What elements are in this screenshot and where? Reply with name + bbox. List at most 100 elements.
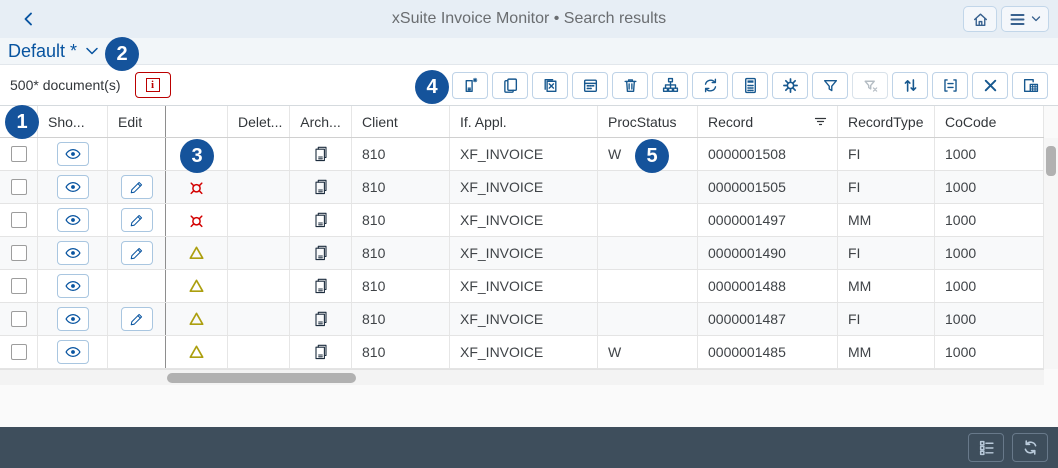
display-format-icon	[942, 77, 959, 94]
delete-button[interactable]	[612, 71, 648, 99]
show-button[interactable]	[56, 307, 89, 331]
edit-button[interactable]	[120, 175, 153, 199]
gear-icon	[782, 77, 799, 94]
cell-record: 0000001505	[698, 171, 838, 203]
column-header-record[interactable]: Record	[698, 106, 838, 137]
vertical-scrollbar[interactable]	[1044, 138, 1058, 369]
column-header-edit[interactable]: Edit	[108, 106, 166, 137]
eye-icon	[64, 246, 81, 260]
clear-filter-icon	[862, 77, 879, 94]
clear-filter-button[interactable]	[852, 71, 888, 99]
pencil-icon	[129, 213, 144, 228]
row-checkbox[interactable]	[10, 179, 27, 195]
table-body: 810 XF_INVOICE W 0000001508 FI 1000 810 …	[0, 138, 1058, 369]
cell-co-code: 1000	[935, 303, 1044, 335]
table-row[interactable]: 810 XF_INVOICE W 0000001485 MM 1000	[0, 336, 1044, 369]
refresh-icon	[702, 77, 719, 94]
column-header-record-type[interactable]: RecordType	[838, 106, 935, 137]
table-row[interactable]: 810 XF_INVOICE 0000001497 MM 1000	[0, 204, 1044, 237]
column-header-show[interactable]: Sho...	[38, 106, 108, 137]
column-header-archive[interactable]: Arch...	[290, 106, 352, 137]
row-checkbox[interactable]	[10, 212, 27, 228]
copy-icon	[502, 77, 519, 94]
row-checkbox[interactable]	[10, 146, 27, 162]
archived-document-icon	[313, 344, 329, 360]
callout-2: 2	[105, 37, 139, 71]
shell-menu-button[interactable]	[1001, 6, 1049, 32]
row-checkbox[interactable]	[10, 344, 27, 360]
edit-button[interactable]	[120, 208, 153, 232]
column-header-client[interactable]: Client	[352, 106, 450, 137]
horizontal-scrollbar-thumb[interactable]	[167, 373, 356, 383]
column-header-status[interactable]	[166, 106, 228, 137]
eye-icon	[64, 180, 81, 194]
column-header-proc-status[interactable]: ProcStatus	[598, 106, 698, 137]
display-format-button[interactable]	[932, 71, 968, 99]
home-button[interactable]	[963, 6, 997, 32]
vertical-scrollbar-thumb[interactable]	[1046, 146, 1056, 176]
cell-record: 0000001497	[698, 204, 838, 236]
cell-record: 0000001485	[698, 336, 838, 368]
show-button[interactable]	[56, 175, 89, 199]
edit-button[interactable]	[120, 307, 153, 331]
settings-button[interactable]	[772, 71, 808, 99]
table-row[interactable]: 810 XF_INVOICE 0000001488 MM 1000	[0, 270, 1044, 303]
cell-record-type: MM	[838, 270, 935, 302]
cell-record-type: FI	[838, 171, 935, 203]
column-header-co-code[interactable]: CoCode	[935, 106, 1044, 137]
refresh-button[interactable]	[692, 71, 728, 99]
show-button[interactable]	[56, 274, 89, 298]
variant-selector[interactable]: Default *	[8, 41, 99, 62]
close-button[interactable]	[972, 71, 1008, 99]
copy-button[interactable]	[492, 71, 528, 99]
close-icon	[982, 77, 999, 94]
cell-client: 810	[352, 336, 450, 368]
row-checkbox[interactable]	[10, 245, 27, 261]
row-checkbox[interactable]	[10, 278, 27, 294]
export-spreadsheet-button[interactable]	[1012, 71, 1048, 99]
show-button[interactable]	[56, 142, 89, 166]
table-row[interactable]: 810 XF_INVOICE 0000001487 FI 1000	[0, 303, 1044, 336]
remove-document-button[interactable]	[532, 71, 568, 99]
filter-button[interactable]	[812, 71, 848, 99]
archived-document-icon	[313, 146, 329, 162]
shell-header: xSuite Invoice Monitor • Search results	[0, 0, 1058, 38]
info-button[interactable]: i	[134, 72, 171, 98]
toolbar-buttons	[452, 71, 1048, 99]
chevron-down-icon	[85, 46, 99, 56]
calculator-button[interactable]	[732, 71, 768, 99]
pencil-icon	[129, 312, 144, 327]
calendar-button[interactable]	[572, 71, 608, 99]
eye-icon	[64, 213, 81, 227]
hierarchy-button[interactable]	[652, 71, 688, 99]
horizontal-scrollbar[interactable]	[0, 369, 1044, 385]
table-row[interactable]: 810 XF_INVOICE W 0000001508 FI 1000	[0, 138, 1044, 171]
refresh-results-button[interactable]	[1012, 433, 1048, 462]
cell-record-type: MM	[838, 336, 935, 368]
calendar-icon	[582, 77, 599, 94]
edit-button[interactable]	[120, 241, 153, 265]
legend-button[interactable]	[968, 433, 1004, 462]
cell-co-code: 1000	[935, 237, 1044, 269]
column-header-delete[interactable]: Delet...	[228, 106, 290, 137]
back-button[interactable]	[16, 7, 42, 31]
cell-record: 0000001488	[698, 270, 838, 302]
cell-record-type: FI	[838, 303, 935, 335]
row-checkbox[interactable]	[10, 311, 27, 327]
error-status-icon	[188, 212, 205, 229]
show-button[interactable]	[56, 208, 89, 232]
hierarchy-icon	[662, 77, 679, 94]
column-header-if-appl[interactable]: If. Appl.	[450, 106, 598, 137]
show-button[interactable]	[56, 340, 89, 364]
create-document-button[interactable]	[452, 71, 488, 99]
show-button[interactable]	[56, 241, 89, 265]
table-row[interactable]: 810 XF_INVOICE 0000001505 FI 1000	[0, 171, 1044, 204]
cell-if-appl: XF_INVOICE	[450, 237, 598, 269]
cell-proc-status	[598, 204, 698, 236]
sort-button[interactable]	[892, 71, 928, 99]
archived-document-icon	[313, 311, 329, 327]
cell-record-type: FI	[838, 237, 935, 269]
table-row[interactable]: 810 XF_INVOICE 0000001490 FI 1000	[0, 237, 1044, 270]
variant-label: Default *	[8, 40, 78, 61]
cell-if-appl: XF_INVOICE	[450, 204, 598, 236]
